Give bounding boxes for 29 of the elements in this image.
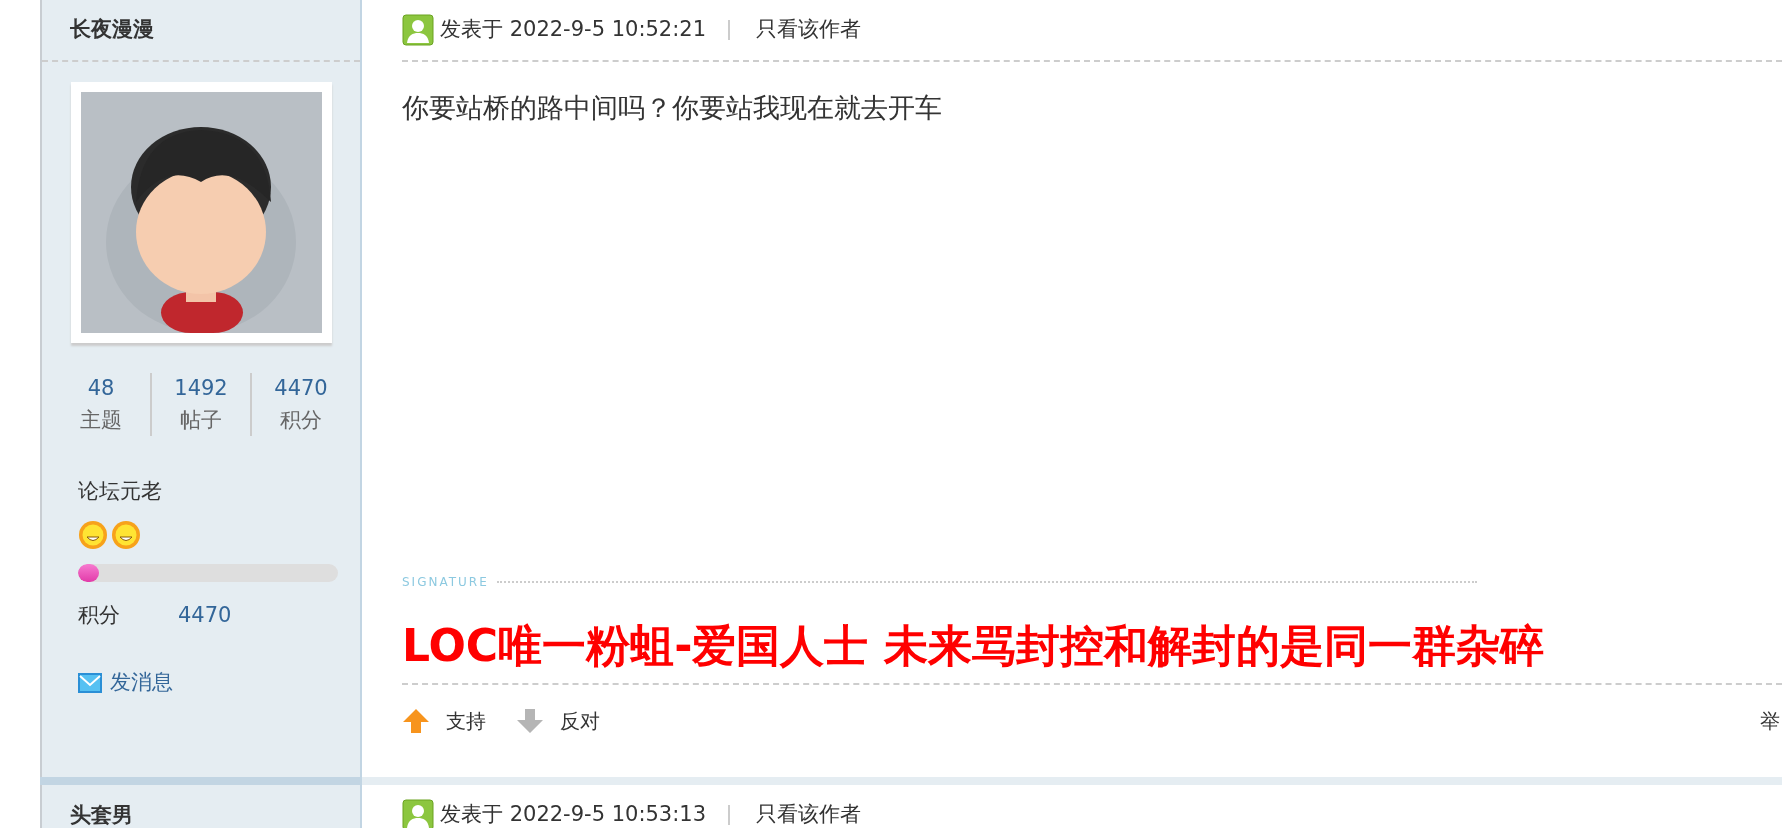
up-arrow-icon <box>402 708 430 734</box>
send-message-link[interactable]: 发消息 <box>78 667 173 699</box>
support-button[interactable]: 支持 <box>402 706 486 736</box>
stat-label: 积分 <box>279 406 323 434</box>
sun-icon <box>78 519 108 550</box>
down-arrow-icon <box>516 708 544 734</box>
stat-value[interactable]: 1492 <box>152 373 250 405</box>
stat-value[interactable]: 4470 <box>252 373 350 405</box>
signature-text: LOC唯一粉蛆-爱国人士 未来骂封控和解封的是同一群杂碎 <box>402 619 1545 673</box>
points-value: 4470 <box>178 601 232 629</box>
post-content: 你要站桥的路中间吗？你要站我现在就去开车 <box>402 91 943 125</box>
stat-value[interactable]: 48 <box>52 373 150 405</box>
signature-label: SIGNATURE <box>402 574 489 591</box>
user-icon <box>402 799 434 828</box>
author-only-link[interactable]: 只看该作者 <box>756 14 861 46</box>
rank-title: 论坛元老 <box>78 478 163 505</box>
author-only-link[interactable]: 只看该作者 <box>756 799 861 828</box>
oppose-button[interactable]: 反对 <box>516 706 600 736</box>
sun-icon <box>111 519 141 550</box>
report-link[interactable]: 举 <box>1760 706 1780 736</box>
post-time: 发表于 2022-9-5 10:53:13 <box>440 801 706 828</box>
points-label: 积分 <box>78 601 120 629</box>
username[interactable]: 长夜漫漫 <box>42 0 360 62</box>
username[interactable]: 头套男 <box>42 785 360 828</box>
envelope-icon <box>78 672 102 693</box>
user-icon <box>402 14 434 46</box>
post-time: 发表于 2022-9-5 10:52:21 <box>440 16 706 44</box>
stat-label: 主题 <box>79 406 123 434</box>
stat-label: 帖子 <box>179 406 223 434</box>
